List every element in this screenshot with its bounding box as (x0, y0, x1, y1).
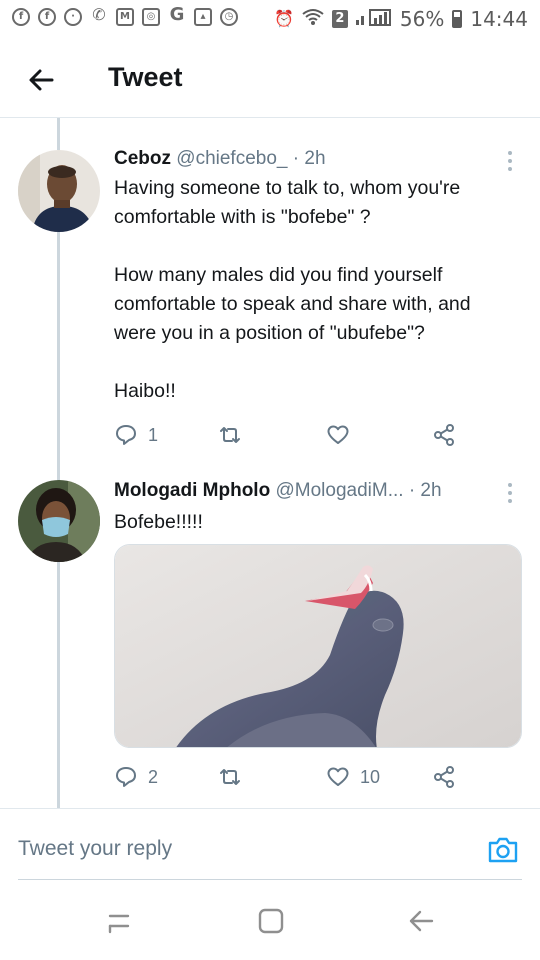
tweet-body: Bofebe!!!!! (114, 511, 203, 533)
tweet-image[interactable] (114, 544, 522, 748)
like-count: 10 (360, 766, 381, 787)
tweet-actions: 1 (114, 420, 474, 450)
reply-button[interactable]: 1 (114, 420, 158, 450)
separator: · (292, 148, 300, 169)
tweet-author-line: Ceboz @chiefcebo_ · 2h (114, 148, 326, 170)
missed-call-icon: ✆ (92, 5, 106, 24)
timestamp: 2h (420, 480, 442, 501)
reply-icon (116, 767, 136, 787)
recent-apps-button[interactable] (104, 906, 134, 936)
display-name[interactable]: Ceboz (114, 148, 171, 169)
retweet-button[interactable] (218, 762, 252, 792)
camera-icon (488, 837, 518, 863)
share-button[interactable] (432, 762, 456, 792)
sim-badge: 2 (331, 9, 348, 28)
tweet-author-line: Mologadi Mpholo @MologadiM... · 2h (114, 480, 442, 502)
pigeon-image (115, 545, 521, 747)
tweet-text: Having someone to talk to, whom you're c… (114, 174, 514, 406)
more-options-button[interactable] (506, 482, 514, 504)
more-options-button[interactable] (506, 150, 514, 172)
back-icon (409, 910, 434, 932)
home-button[interactable] (256, 906, 286, 936)
camera-button[interactable] (486, 833, 520, 867)
reply-count: 1 (148, 424, 159, 445)
avatar[interactable] (18, 480, 100, 562)
wifi-icon (302, 8, 324, 30)
display-name[interactable]: Mologadi Mpholo (114, 480, 270, 501)
battery-percent: 56% (399, 6, 445, 31)
google-icon: G (169, 4, 185, 25)
signal-icon (355, 6, 392, 31)
username[interactable]: @MologadiM... (275, 480, 403, 501)
system-nav-bar (0, 880, 540, 960)
arrow-left-icon (29, 69, 54, 91)
home-icon (258, 908, 284, 934)
reply-icon (116, 425, 136, 445)
gmail-icon: M (116, 8, 134, 26)
like-button[interactable]: 10 (326, 762, 380, 792)
notification-icons: f f · ✆ M ◎ G ▴ ◷ (12, 4, 238, 26)
timestamp: 2h (304, 148, 326, 169)
tweet[interactable]: Mologadi Mpholo @MologadiM... · 2h Bofeb… (0, 470, 540, 808)
status-bar: f f · ✆ M ◎ G ▴ ◷ ⏰ 2 56% 14:44 (0, 0, 540, 40)
tweet-text: Bofebe!!!!! (114, 508, 514, 537)
share-button[interactable] (432, 420, 456, 450)
more-vertical-icon (508, 483, 512, 503)
retweet-button[interactable] (218, 420, 252, 450)
share-icon (434, 424, 454, 446)
reply-button[interactable]: 2 (114, 762, 158, 792)
system-indicators: ⏰ 2 56% 14:44 (274, 6, 528, 31)
tweet[interactable]: Ceboz @chiefcebo_ · 2h Having someone to… (0, 118, 540, 470)
avatar[interactable] (18, 150, 100, 232)
reply-input[interactable]: Tweet your reply (18, 837, 172, 861)
heart-icon (327, 425, 349, 444)
separator: · (408, 480, 416, 501)
retweet-icon (220, 427, 240, 443)
page-title: Tweet (108, 62, 183, 92)
messenger-icon: · (64, 8, 82, 26)
back-button[interactable] (22, 60, 62, 100)
clock-icon: ◷ (220, 8, 238, 26)
heart-icon (327, 767, 349, 786)
reply-count: 2 (148, 766, 159, 787)
gallery-icon: ▴ (194, 8, 212, 26)
instagram-icon: ◎ (142, 8, 160, 26)
reply-bar: Tweet your reply (0, 808, 540, 880)
more-vertical-icon (508, 151, 512, 171)
tweet-body: Having someone to talk to, whom you're c… (114, 177, 471, 402)
facebook-icon: f (38, 8, 56, 26)
tweet-actions: 2 10 (114, 762, 474, 792)
alarm-icon: ⏰ (273, 9, 294, 28)
username[interactable]: @chiefcebo_ (176, 148, 287, 169)
facebook-icon: f (12, 8, 30, 26)
retweet-icon (220, 769, 240, 785)
recent-apps-icon (108, 914, 130, 934)
back-nav-button[interactable] (406, 906, 436, 936)
battery-icon (452, 9, 463, 28)
like-button[interactable] (326, 420, 360, 450)
tweet-header: Tweet (0, 40, 540, 118)
share-icon (434, 766, 454, 788)
clock-time: 14:44 (470, 6, 528, 31)
